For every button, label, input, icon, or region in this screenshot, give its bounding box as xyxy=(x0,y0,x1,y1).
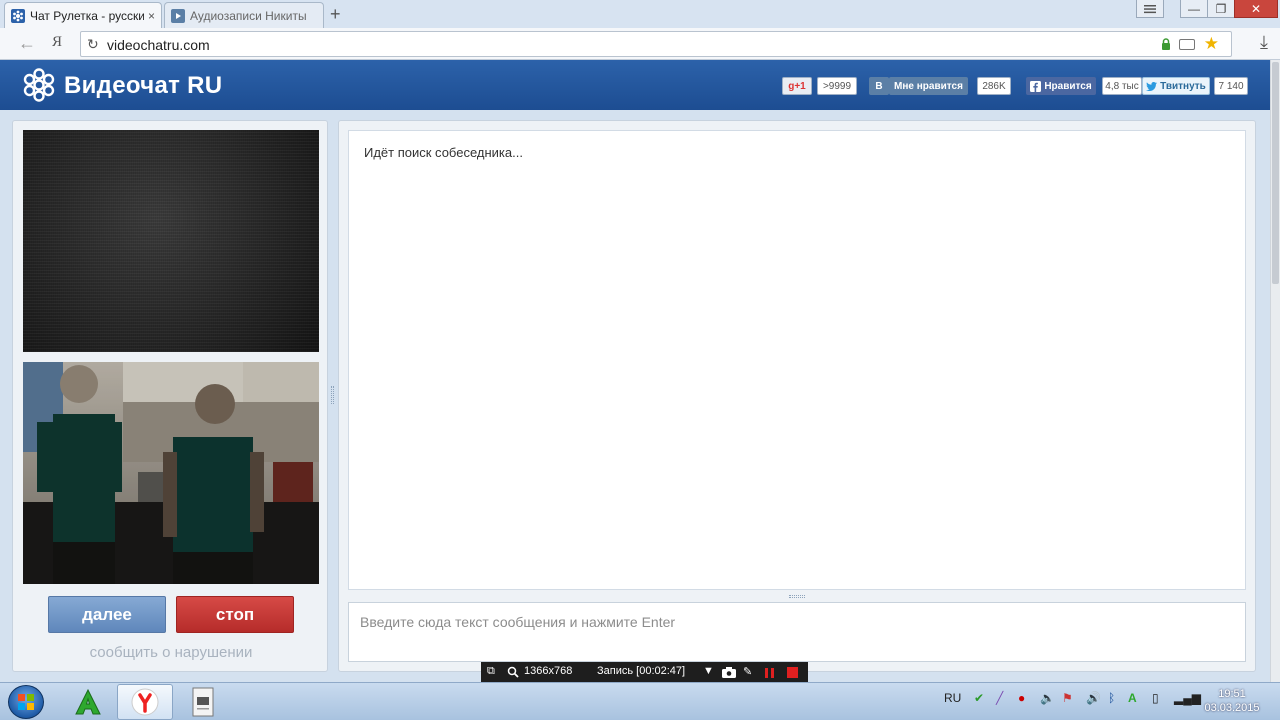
vk-like-count: 286K xyxy=(977,77,1011,95)
panel-resize-handle[interactable] xyxy=(331,386,334,404)
fb-like-label: Нравится xyxy=(1044,80,1092,92)
fb-like-count: 4,8 тыс xyxy=(1102,77,1142,95)
taskbar-app-yandex-browser[interactable] xyxy=(117,684,173,720)
taskbar-app-green[interactable] xyxy=(60,684,116,720)
gplus-count: >9999 xyxy=(817,77,857,95)
fb-like-button[interactable]: Нравится xyxy=(1026,77,1096,95)
yandex-browser-icon xyxy=(131,688,159,716)
tab-chat-roulette[interactable]: Чат Рулетка - русский × xyxy=(4,2,162,28)
screen-recorder-toolbar: ⧉ 1366x768 Запись [00:02:47] ▼ ✎ xyxy=(481,662,808,683)
system-clock[interactable]: 19:51 03.03.2015 xyxy=(1200,687,1264,715)
document-icon xyxy=(192,687,214,717)
browser-tabbar: Чат Рулетка - русский × Аудиозаписи Ники… xyxy=(0,0,1280,28)
camera-snapshot-icon[interactable] xyxy=(722,667,736,678)
site-header: Видеочат RU g+1 >9999 B Мне нравится 286… xyxy=(0,60,1270,110)
clock-date: 03.03.2015 xyxy=(1204,702,1260,714)
twitter-bird-icon xyxy=(1146,81,1158,91)
windows-logo-icon xyxy=(18,694,34,710)
chat-log: Идёт поиск собеседника... xyxy=(348,130,1246,590)
scrollbar-thumb[interactable] xyxy=(1272,62,1279,284)
minimize-button[interactable]: — xyxy=(1180,0,1208,18)
tray-record-icon[interactable]: ● xyxy=(1018,691,1025,705)
vk-play-icon xyxy=(171,8,185,23)
tab-audio[interactable]: Аудиозаписи Никиты xyxy=(164,2,324,28)
url-text: videochatru.com xyxy=(107,37,210,53)
vk-like-button[interactable]: Мне нравится xyxy=(889,77,968,95)
download-icon[interactable]: ⤓ xyxy=(1260,32,1268,53)
green-a-app-icon xyxy=(75,688,101,715)
tray-bluetooth-icon[interactable]: ᛒ xyxy=(1108,691,1115,705)
stop-button[interactable]: стоп xyxy=(176,596,294,633)
lock-icon xyxy=(1162,38,1170,50)
pen-icon[interactable]: ✎ xyxy=(743,665,752,678)
page-body: далее стоп сообщить о нарушении Идёт пои… xyxy=(0,110,1270,682)
stop-recording-icon[interactable] xyxy=(787,667,798,678)
new-tab-button[interactable]: + xyxy=(330,4,341,24)
taskbar-app-document[interactable] xyxy=(175,684,231,720)
partner-video xyxy=(23,130,319,352)
site-favicon-icon xyxy=(11,8,25,23)
restore-button[interactable]: ❐ xyxy=(1207,0,1235,18)
video-panel: далее стоп сообщить о нарушении xyxy=(12,120,328,672)
report-violation-link[interactable]: сообщить о нарушении xyxy=(13,644,329,661)
tab-label: Чат Рулетка - русский xyxy=(30,8,144,23)
tray-speaker-icon[interactable]: 🔈 xyxy=(1040,691,1055,705)
webcam-scene-image xyxy=(23,362,319,584)
dropdown-arrow-icon[interactable]: ▼ xyxy=(703,665,714,677)
tab-close-icon[interactable]: × xyxy=(148,9,155,23)
logo-icon xyxy=(23,68,55,102)
close-window-button[interactable]: ✕ xyxy=(1234,0,1278,18)
bookmark-star-icon[interactable]: ★ xyxy=(1204,34,1219,54)
yandex-button[interactable]: Я xyxy=(52,34,62,51)
menu-icon xyxy=(1144,4,1156,13)
tray-network-error-icon[interactable]: ⚑ xyxy=(1062,691,1073,705)
url-field[interactable]: ↻ videochatru.com ★ xyxy=(80,31,1232,57)
address-bar-row: ← Я ↻ videochatru.com ★ ⤓ xyxy=(0,28,1280,60)
back-button[interactable]: ← xyxy=(18,33,36,54)
tab-list-button[interactable] xyxy=(1136,0,1164,18)
tweet-label: Твитнуть xyxy=(1160,80,1206,92)
gplus-button[interactable]: g+1 xyxy=(782,77,812,95)
zoom-icon[interactable] xyxy=(507,666,519,678)
tab-label: Аудиозаписи Никиты xyxy=(190,8,307,23)
windows-taskbar: RU ✔ ╱ ● 🔈 ⚑ 🔊 ᛒ A ▯ ▂▄▆ 19:51 03.03.201… xyxy=(0,682,1280,720)
reload-icon[interactable]: ↻ xyxy=(87,36,99,53)
tray-pen-icon[interactable]: ╱ xyxy=(996,691,1003,705)
page-scrollbar[interactable] xyxy=(1270,60,1280,682)
chat-status-message: Идёт поиск собеседника... xyxy=(364,145,523,160)
tray-battery-icon[interactable]: ▯ xyxy=(1152,691,1159,705)
site-logo-text[interactable]: Видеочат RU xyxy=(64,72,222,100)
start-button-icon[interactable] xyxy=(8,685,44,719)
tray-volume-icon[interactable]: 🔊 xyxy=(1086,691,1101,705)
tweet-count: 7 140 xyxy=(1214,77,1248,95)
clock-time: 19:51 xyxy=(1218,688,1246,700)
language-indicator[interactable]: RU xyxy=(944,691,961,705)
tweet-button[interactable]: Твитнуть xyxy=(1142,77,1210,95)
chat-resize-handle[interactable] xyxy=(789,595,805,598)
facebook-icon xyxy=(1030,80,1042,92)
vk-logo-icon[interactable]: B xyxy=(869,77,889,95)
window-mode-icon[interactable]: ⧉ xyxy=(487,665,495,678)
tray-check-icon[interactable]: ✔ xyxy=(974,691,984,705)
tray-signal-icon[interactable]: ▂▄▆ xyxy=(1174,691,1201,705)
message-input[interactable] xyxy=(348,602,1246,662)
own-webcam-video xyxy=(23,362,319,584)
tray-green-a-icon[interactable]: A xyxy=(1128,691,1137,705)
camera-permission-icon[interactable] xyxy=(1179,39,1195,50)
chat-panel: Идёт поиск собеседника... xyxy=(338,120,1256,672)
pause-icon[interactable] xyxy=(765,668,774,678)
recording-timer: Запись [00:02:47] xyxy=(597,665,686,677)
next-button[interactable]: далее xyxy=(48,596,166,633)
recording-resolution: 1366x768 xyxy=(524,665,573,677)
